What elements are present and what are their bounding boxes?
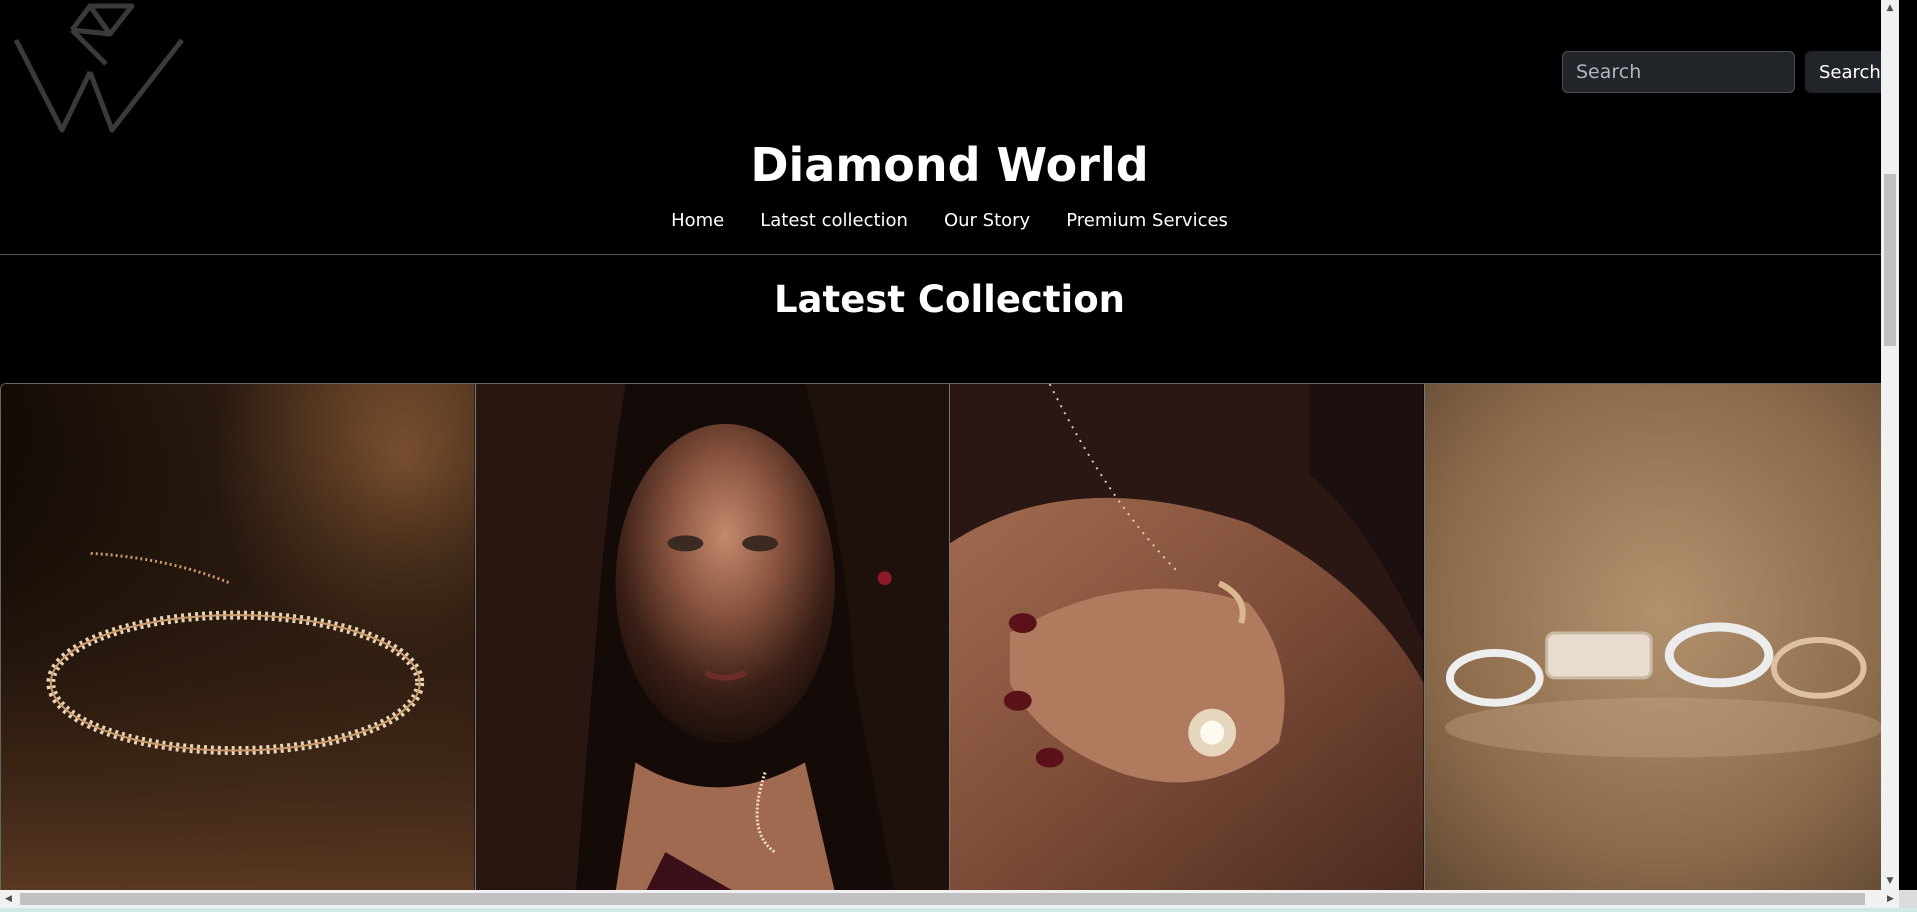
- main-nav: Home Latest collection Our Story Premium…: [0, 210, 1899, 231]
- nav-link-latest-collection[interactable]: Latest collection: [760, 210, 908, 231]
- search-form: Search: [1562, 51, 1895, 93]
- scrollbar-corner: [1899, 890, 1917, 908]
- horizontal-scrollbar[interactable]: ◀ ▶: [0, 890, 1899, 908]
- gallery-image-four-rings[interactable]: [1424, 384, 1898, 890]
- page-viewport: Search Diamond World Home Latest collect…: [0, 0, 1899, 890]
- window-bottom-edge: [0, 908, 1917, 912]
- search-input[interactable]: [1562, 51, 1795, 93]
- header-divider: [0, 254, 1899, 255]
- section-title: Latest Collection: [773, 278, 1125, 321]
- nav-link-home[interactable]: Home: [671, 210, 724, 231]
- scroll-right-arrow-icon[interactable]: ▶: [1882, 890, 1899, 908]
- gallery-image-bracelet[interactable]: [1, 384, 476, 890]
- collection-gallery: [0, 383, 1899, 890]
- diamond-w-logo-icon[interactable]: [10, 2, 185, 142]
- gallery-image-hand-rings[interactable]: [950, 384, 1425, 890]
- horizontal-scroll-thumb[interactable]: [20, 893, 1865, 905]
- nav-link-our-story[interactable]: Our Story: [944, 210, 1030, 231]
- gallery-image-model-portrait[interactable]: [475, 384, 950, 890]
- site-title: Diamond World: [750, 138, 1149, 192]
- scroll-left-arrow-icon[interactable]: ◀: [0, 890, 17, 908]
- vertical-scroll-thumb[interactable]: [1884, 174, 1896, 346]
- scroll-up-arrow-icon[interactable]: ▲: [1881, 0, 1899, 17]
- vertical-scrollbar[interactable]: ▲ ▼: [1881, 0, 1899, 890]
- nav-link-premium-services[interactable]: Premium Services: [1066, 210, 1228, 231]
- scroll-down-arrow-icon[interactable]: ▼: [1881, 873, 1899, 890]
